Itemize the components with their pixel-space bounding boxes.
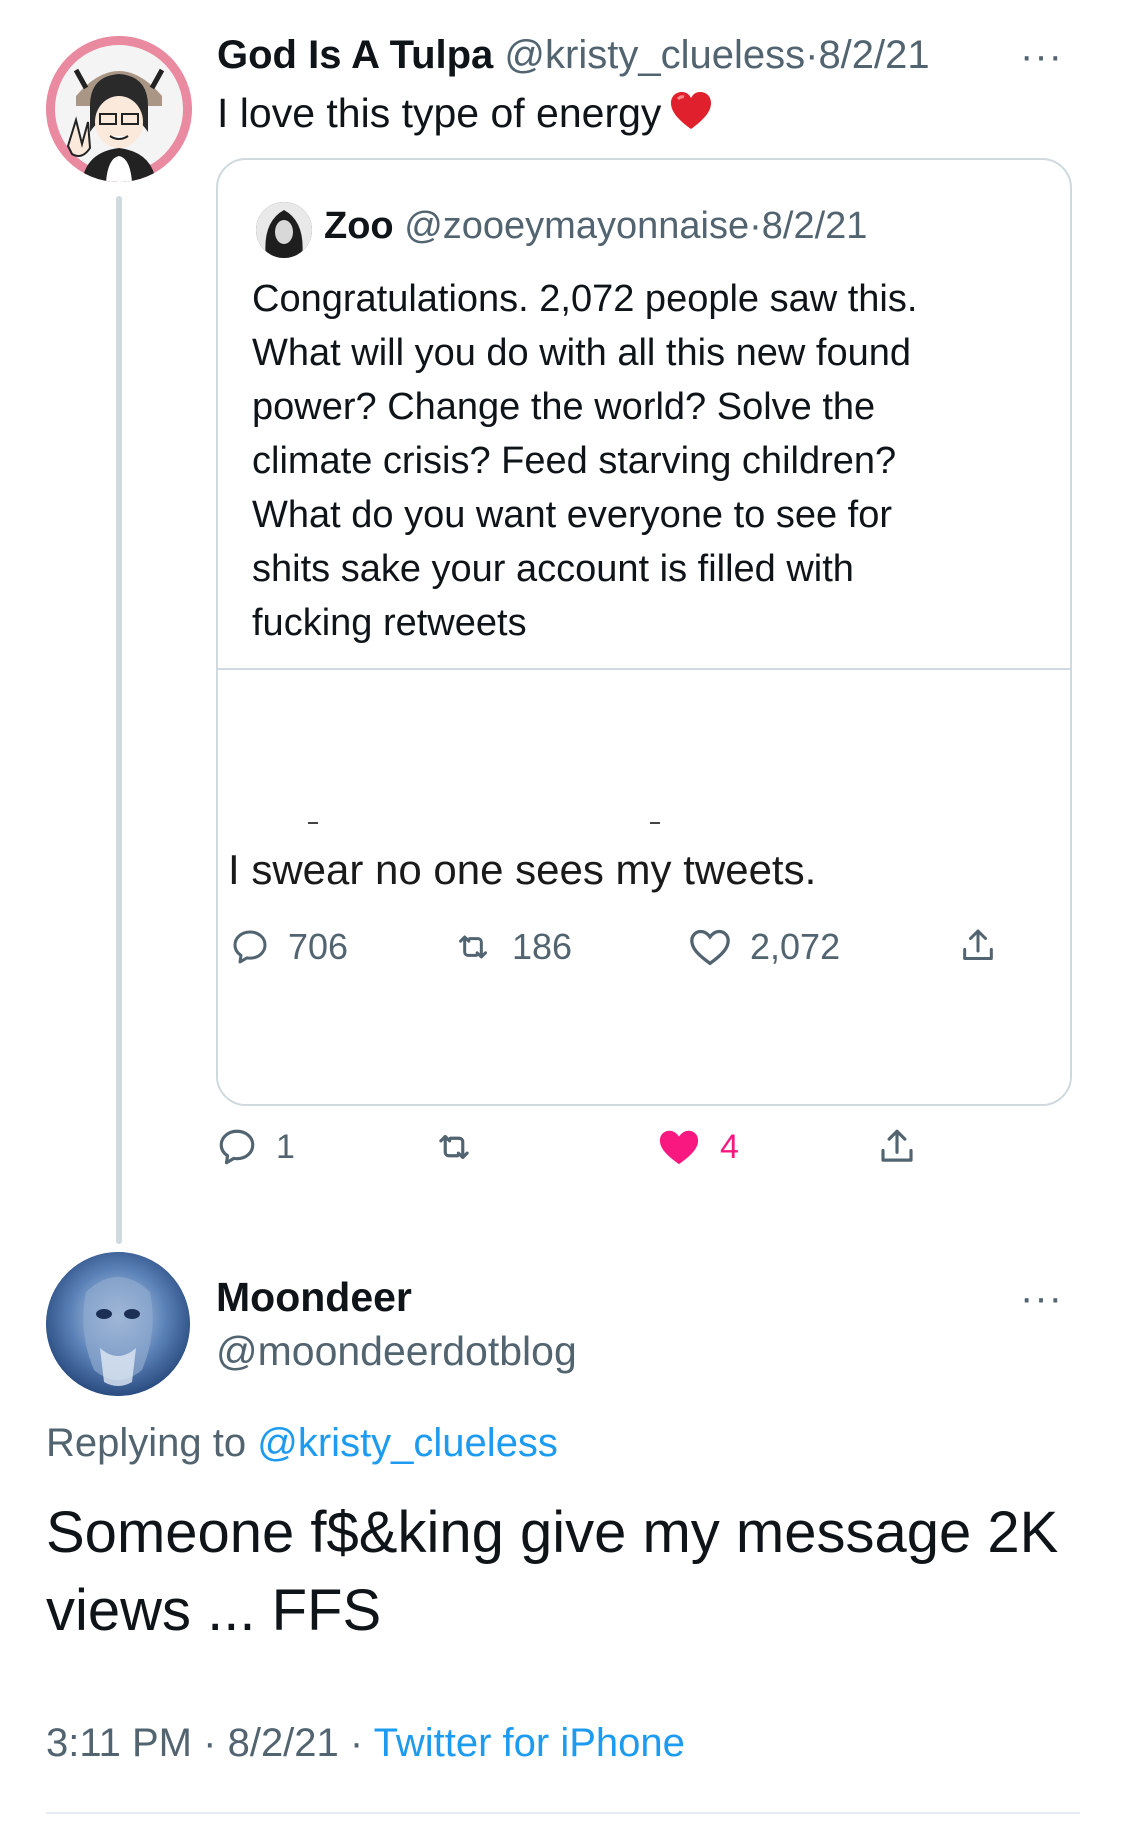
retweet-button[interactable] — [432, 1126, 494, 1168]
quoted-text-line: power? Change the world? Solve the — [252, 386, 876, 428]
quoted-tweet-text: Congratulations. 2,072 people saw this. … — [252, 272, 1042, 650]
media-share-stat — [958, 926, 1016, 966]
reply-icon — [233, 930, 267, 964]
tweet-text-content: I love this type of energy — [217, 90, 662, 136]
quoted-display-name[interactable]: Zoo — [324, 205, 394, 247]
quoted-text-line: What do you want everyone to see for — [252, 494, 893, 536]
display-name[interactable]: God Is A Tulpa — [217, 33, 493, 77]
quoted-text-line: What will you do with all this new found — [252, 332, 911, 374]
quoted-text-line: Congratulations. 2,072 people saw this. — [252, 278, 918, 320]
quoted-user-handle[interactable]: @zooeymayonnaise — [404, 205, 749, 247]
tweet-timestamp-line: 3:11 PM · 8/2/21 · Twitter for iPhone — [46, 1718, 685, 1768]
reply-icon — [219, 1129, 255, 1165]
display-name[interactable]: Moondeer — [216, 1272, 412, 1322]
tweet-header: God Is A Tulpa @kristy_clueless·8/2/21 — [217, 30, 930, 80]
reply-count: 1 — [276, 1127, 295, 1166]
share-icon — [963, 929, 993, 960]
avatar[interactable] — [46, 1252, 190, 1396]
divider — [46, 1812, 1080, 1814]
user-handle[interactable]: @kristy_clueless — [504, 33, 805, 77]
more-options-icon[interactable]: ··· — [1020, 34, 1063, 79]
quoted-avatar[interactable] — [256, 202, 312, 258]
share-button[interactable] — [876, 1126, 936, 1168]
heart-outline-icon — [690, 929, 730, 966]
replying-to-label: Replying to — [46, 1421, 247, 1465]
separator: · — [805, 33, 819, 77]
quoted-text-line: fucking retweets — [252, 602, 527, 644]
thread-connector-line — [116, 196, 122, 1244]
replying-to-line: Replying to @kristy_clueless — [46, 1418, 558, 1468]
decorative-dash — [308, 822, 318, 824]
tweet-text: I love this type of energy — [217, 88, 713, 142]
tweet-date[interactable]: 8/2/21 — [228, 1721, 339, 1765]
like-count: 4 — [720, 1127, 739, 1166]
media-caption-text: I swear no one sees my tweets. — [228, 846, 817, 893]
more-options-icon[interactable]: ··· — [1020, 1276, 1063, 1321]
separator: · — [749, 205, 762, 247]
media-reply-count: 706 — [288, 926, 349, 967]
retweet-icon — [459, 935, 487, 959]
quoted-tweet-date: 8/2/21 — [761, 205, 868, 247]
media-retweet-stat: 186 — [452, 926, 572, 968]
quoted-tweet-header: Zoo @zooeymayonnaise·8/2/21 — [324, 198, 867, 254]
reply-button[interactable]: 1 — [216, 1126, 295, 1168]
media-retweet-count: 186 — [512, 926, 573, 967]
like-button[interactable]: 4 — [656, 1126, 739, 1168]
media-like-count: 2,072 — [750, 926, 841, 967]
tweet-source-link[interactable]: Twitter for iPhone — [374, 1721, 685, 1765]
quoted-media-screenshot[interactable]: I swear no one sees my tweets. 706 186 2… — [218, 670, 1070, 1104]
user-handle[interactable]: @moondeerdotblog — [216, 1326, 577, 1376]
retweet-icon — [439, 1134, 469, 1160]
tweet-text: Someone f$&king give my message 2K views… — [46, 1500, 1059, 1643]
tweet-date[interactable]: 8/2/21 — [818, 33, 929, 77]
decorative-dash — [650, 822, 660, 824]
quoted-tweet-card[interactable]: Zoo @zooeymayonnaise·8/2/21 Congratulati… — [216, 158, 1072, 1106]
share-icon — [881, 1129, 913, 1162]
avatar[interactable] — [46, 36, 192, 182]
media-reply-stat: 706 — [230, 926, 348, 968]
tweet-time[interactable]: 3:11 PM — [46, 1721, 192, 1765]
red-heart-emoji-icon — [669, 91, 713, 142]
quoted-text-line: climate crisis? Feed starving children? — [252, 440, 897, 482]
separator: · — [349, 1721, 364, 1765]
media-like-stat: 2,072 — [688, 926, 840, 968]
separator: · — [203, 1721, 217, 1765]
replying-to-handle-link[interactable]: @kristy_clueless — [257, 1421, 558, 1465]
heart-filled-icon — [659, 1130, 699, 1165]
quoted-text-line: shits sake your account is filled with — [252, 548, 854, 590]
